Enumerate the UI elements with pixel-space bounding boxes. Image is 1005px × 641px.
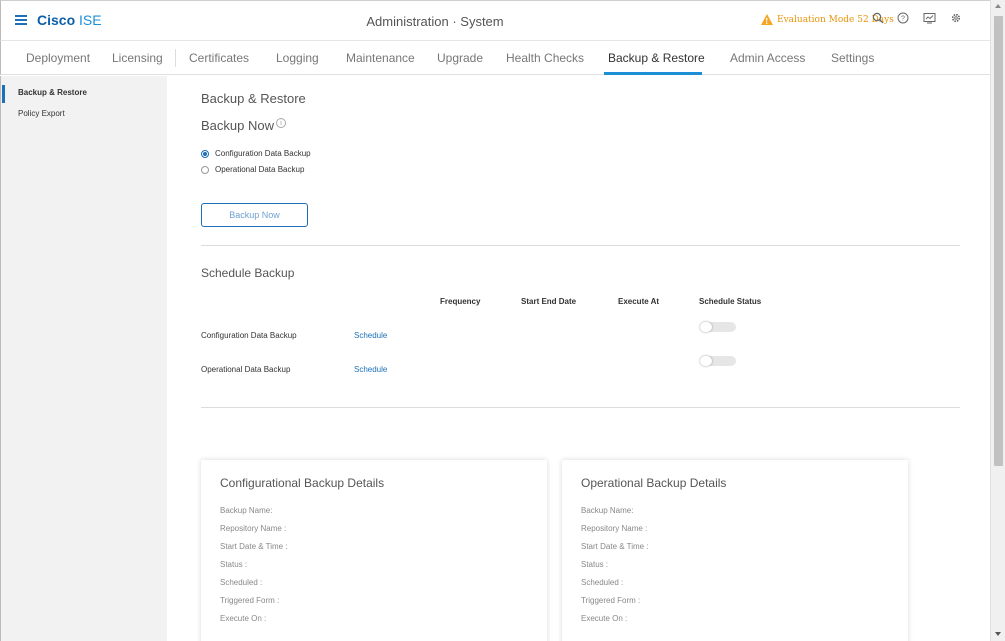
tab-separator — [175, 49, 176, 67]
scrollbar-thumb[interactable] — [994, 16, 1003, 466]
radio-unchecked-icon[interactable] — [201, 165, 209, 174]
field-backup-name: Backup Name: — [220, 506, 273, 515]
field-triggered-form: Triggered Form : — [220, 596, 280, 605]
radio-config-data-backup[interactable]: Configuration Data Backup — [201, 149, 311, 158]
tab-settings[interactable]: Settings — [831, 51, 874, 65]
tab-certificates[interactable]: Certificates — [189, 51, 249, 65]
field-start-date-time: Start Date & Time : — [581, 542, 649, 551]
field-start-date-time: Start Date & Time : — [220, 542, 288, 551]
warning-icon — [761, 14, 773, 26]
column-header-frequency: Frequency — [440, 297, 481, 306]
card-title: Configurational Backup Details — [220, 476, 385, 490]
tab-bar: Deployment Licensing Certificates Loggin… — [0, 41, 990, 75]
field-execute-on: Execute On : — [581, 614, 628, 623]
schedule-link-operational[interactable]: Schedule — [354, 365, 387, 374]
schedule-backup-heading: Schedule Backup — [201, 266, 295, 280]
sidebar-item-policy-export[interactable]: Policy Export — [18, 109, 65, 118]
divider — [201, 407, 960, 408]
search-icon[interactable] — [870, 12, 886, 28]
main-content: Backup & Restore Backup Now i Configurati… — [167, 76, 990, 641]
scroll-up-icon[interactable] — [995, 4, 1001, 8]
column-header-start-end-date: Start End Date — [521, 297, 577, 306]
field-scheduled: Scheduled : — [220, 578, 263, 587]
card-title: Operational Backup Details — [581, 476, 727, 490]
tab-backup-restore[interactable]: Backup & Restore — [608, 51, 705, 65]
tab-deployment[interactable]: Deployment — [26, 51, 90, 65]
radio-operational-data-backup[interactable]: Operational Data Backup — [201, 165, 304, 174]
field-repository-name: Repository Name : — [220, 524, 287, 533]
scroll-down-icon[interactable] — [995, 632, 1001, 636]
page-title: Administration · System — [366, 14, 504, 29]
schedule-link-config[interactable]: Schedule — [354, 331, 387, 340]
radio-operational-label: Operational Data Backup — [215, 165, 305, 174]
field-backup-name: Backup Name: — [581, 506, 634, 515]
notifications-icon[interactable] — [921, 12, 937, 28]
field-execute-on: Execute On : — [220, 614, 267, 623]
top-bar: Cisco ISE Administration · System Evalua… — [0, 0, 990, 41]
info-icon[interactable]: i — [275, 118, 286, 128]
column-header-execute-at: Execute At — [618, 297, 660, 306]
row-label-operational-backup: Operational Data Backup — [201, 365, 291, 374]
field-status: Status : — [220, 560, 248, 569]
divider — [201, 245, 960, 246]
tab-upgrade[interactable]: Upgrade — [437, 51, 483, 65]
section-heading: Backup & Restore — [201, 91, 306, 106]
sidebar-item-backup-restore[interactable]: Backup & Restore — [18, 88, 87, 97]
active-tab-indicator — [604, 72, 702, 75]
backup-now-button[interactable]: Backup Now — [201, 203, 308, 227]
vertical-scrollbar[interactable] — [990, 0, 1005, 641]
config-backup-details-card: Configurational Backup Details Backup Na… — [201, 460, 547, 641]
field-repository-name: Repository Name : — [581, 524, 648, 533]
backup-now-heading: Backup Now i — [201, 118, 286, 133]
sidebar: Backup & Restore Policy Export — [0, 76, 167, 641]
tab-maintenance[interactable]: Maintenance — [346, 51, 415, 65]
operational-backup-details-card: Operational Backup Details Backup Name: … — [562, 460, 908, 641]
field-status: Status : — [581, 560, 609, 569]
field-scheduled: Scheduled : — [581, 578, 624, 587]
tab-logging[interactable]: Logging — [276, 51, 319, 65]
row-label-config-backup: Configuration Data Backup — [201, 331, 297, 340]
help-icon[interactable]: ? — [895, 12, 911, 28]
tab-health-checks[interactable]: Health Checks — [506, 51, 584, 65]
radio-checked-icon[interactable] — [201, 149, 209, 158]
schedule-status-toggle-operational[interactable] — [700, 356, 736, 366]
column-header-schedule-status: Schedule Status — [699, 297, 762, 306]
schedule-status-toggle-config[interactable] — [700, 322, 736, 332]
field-triggered-form: Triggered Form : — [581, 596, 641, 605]
gear-icon[interactable] — [948, 12, 964, 28]
tab-admin-access[interactable]: Admin Access — [730, 51, 805, 65]
radio-config-label: Configuration Data Backup — [215, 149, 311, 158]
tab-licensing[interactable]: Licensing — [112, 51, 163, 65]
svg-text:?: ? — [901, 16, 905, 23]
backup-now-heading-text: Backup Now — [201, 118, 274, 133]
sidebar-active-indicator — [2, 85, 5, 103]
